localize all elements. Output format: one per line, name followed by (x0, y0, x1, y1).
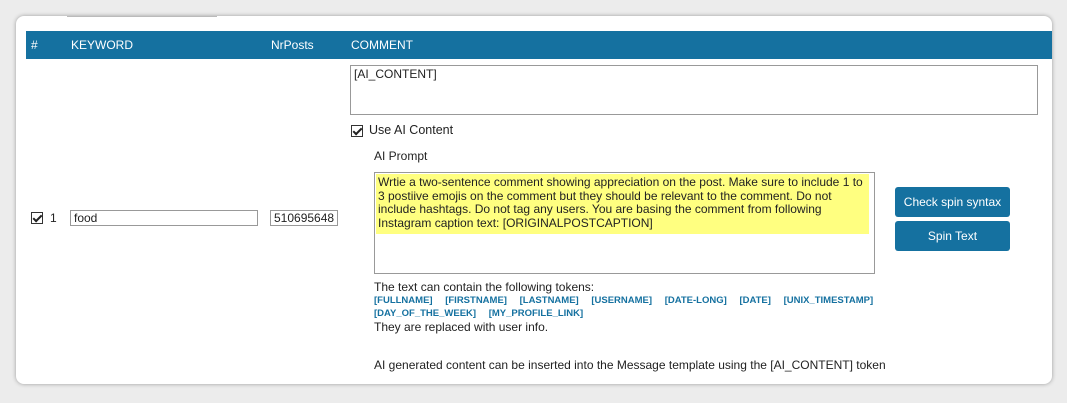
nrposts-input[interactable]: 510695648 (270, 210, 338, 226)
ai-prompt-label: AI Prompt (374, 149, 428, 163)
table-header: # KEYWORD NrPosts COMMENT (26, 31, 1052, 59)
ai-content-note: AI generated content can be inserted int… (374, 358, 886, 372)
header-keyword: KEYWORD (71, 38, 134, 52)
ai-prompt-text: Wrtie a two-sentence comment showing app… (376, 174, 869, 234)
token-link[interactable]: [DAY_OF_THE_WEEK] (374, 308, 476, 319)
row-select-checkbox[interactable] (31, 212, 43, 224)
keyword-input[interactable]: food (70, 210, 258, 226)
header-comment: COMMENT (351, 38, 413, 52)
header-num: # (31, 38, 38, 52)
comment-textarea[interactable]: [AI_CONTENT] (350, 65, 1038, 115)
top-divider (67, 16, 217, 17)
token-link[interactable]: [LASTNAME] (520, 295, 579, 306)
ai-prompt-textarea[interactable]: Wrtie a two-sentence comment showing app… (374, 172, 875, 274)
token-link[interactable]: [FULLNAME] (374, 295, 433, 306)
use-ai-content-label: Use AI Content (369, 123, 454, 137)
spin-text-button[interactable]: Spin Text (895, 221, 1010, 251)
tokens-intro-text: The text can contain the following token… (374, 280, 595, 294)
use-ai-content-checkbox[interactable] (351, 125, 363, 137)
token-list: [FULLNAME] [FIRSTNAME] [LASTNAME] [USERN… (374, 294, 994, 320)
header-nrposts: NrPosts (271, 38, 314, 52)
row-number: 1 (50, 211, 57, 225)
token-link[interactable]: [UNIX_TIMESTAMP] (784, 295, 874, 306)
tokens-replaced-note: They are replaced with user info. (374, 320, 549, 334)
token-link[interactable]: [DATE-LONG] (665, 295, 727, 306)
token-link[interactable]: [MY_PROFILE_LINK] (489, 308, 583, 319)
check-spin-syntax-button[interactable]: Check spin syntax (895, 187, 1010, 217)
main-panel: # KEYWORD NrPosts COMMENT 1 food 5106956… (16, 16, 1052, 384)
token-link[interactable]: [USERNAME] (591, 295, 652, 306)
token-link[interactable]: [FIRSTNAME] (445, 295, 507, 306)
token-link[interactable]: [DATE] (739, 295, 770, 306)
